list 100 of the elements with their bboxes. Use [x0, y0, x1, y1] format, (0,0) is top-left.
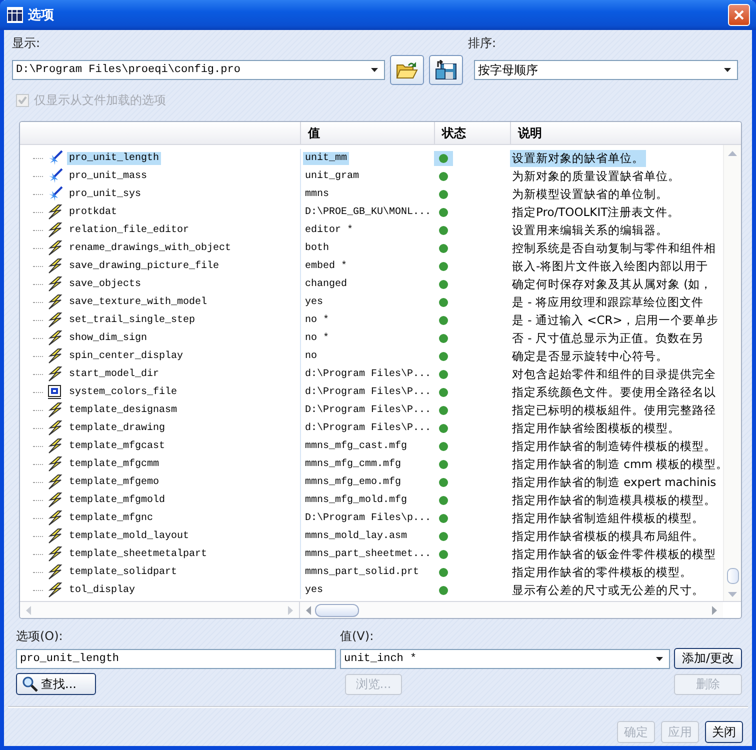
- option-name[interactable]: template_mfgemo: [67, 476, 162, 488]
- option-name[interactable]: save_drawing_picture_file: [67, 260, 222, 272]
- option-name[interactable]: pro_unit_length: [67, 152, 162, 164]
- option-value: mmns_mfg_emo.mfg: [304, 476, 402, 488]
- status-dot-icon: [439, 172, 448, 180]
- option-name[interactable]: set_trail_single_step: [67, 314, 198, 326]
- lightning-icon: [47, 258, 63, 274]
- option-name[interactable]: pro_unit_sys: [67, 188, 144, 200]
- horizontal-scrollbar[interactable]: [20, 602, 300, 618]
- status-dot-icon: [439, 262, 448, 270]
- option-value: unit_gram: [304, 170, 360, 182]
- option-description: 指定系统颜色文件。要使用全路径名以: [511, 384, 717, 400]
- option-value: embed *: [304, 260, 348, 272]
- option-name[interactable]: template_solidpart: [67, 566, 180, 578]
- option-name[interactable]: template_sheetmetalpart: [67, 548, 210, 560]
- close-button[interactable]: [728, 4, 750, 26]
- dropdown-arrow-icon[interactable]: [371, 68, 378, 72]
- option-name[interactable]: spin_center_display: [67, 350, 186, 362]
- status-dot-icon: [439, 496, 448, 504]
- lightning-icon: [47, 456, 63, 472]
- option-name[interactable]: template_designasm: [67, 404, 180, 416]
- wand-icon: [47, 150, 63, 166]
- value-field[interactable]: unit_inch *: [340, 648, 670, 668]
- status-dot-icon: [439, 334, 448, 342]
- option-description: 嵌入-将图片文件嵌入绘图内部以用于: [511, 258, 710, 274]
- add-change-button[interactable]: 添加/更改: [674, 648, 742, 669]
- lightning-icon: [47, 348, 63, 364]
- column-header[interactable]: 值: [300, 122, 434, 144]
- option-value: D:\Program Files\P...: [304, 404, 432, 416]
- option-field[interactable]: pro_unit_length: [16, 648, 336, 668]
- column-header[interactable]: 说明: [510, 122, 723, 144]
- sort-label: 排序:: [468, 35, 498, 51]
- status-dot-icon: [439, 388, 448, 396]
- option-name[interactable]: show_dim_sign: [67, 332, 150, 344]
- status-dot-icon: [439, 478, 448, 486]
- option-name[interactable]: pro_unit_mass: [67, 170, 150, 182]
- option-name[interactable]: template_mfgmold: [67, 494, 168, 506]
- wand-icon: [47, 168, 63, 184]
- option-name[interactable]: template_mfgcmm: [67, 458, 162, 470]
- column-header[interactable]: 状态: [434, 122, 510, 144]
- option-name[interactable]: template_mfgcast: [67, 440, 168, 452]
- option-name[interactable]: start_model_dir: [67, 368, 162, 380]
- status-dot-icon: [439, 442, 448, 450]
- status-dot-icon: [439, 298, 448, 306]
- option-value: mmns: [304, 188, 330, 200]
- option-value: mmns_mfg_mold.mfg: [304, 494, 408, 506]
- lightning-icon: [47, 222, 63, 238]
- option-description: 指定已标明的模板組件。使用完整路径: [511, 402, 717, 418]
- horizontal-scrollbar[interactable]: [300, 602, 723, 618]
- option-description: 指定用作缺省制造組件模板的模型。: [511, 510, 705, 526]
- lightning-icon: [47, 492, 63, 508]
- scroll-thumb[interactable]: [726, 568, 738, 584]
- status-dot-icon: [439, 550, 448, 558]
- option-value: d:\Program Files\P...: [304, 386, 432, 398]
- option-description: 为新模型设置缺省的单位制。: [511, 186, 669, 202]
- option-description: 指定用作缺省的制造铸件模板的模型。: [511, 438, 717, 454]
- option-value: editor *: [304, 224, 354, 236]
- value-label: 值(V):: [340, 628, 375, 644]
- option-name[interactable]: tol_display: [67, 584, 138, 596]
- option-label: 选项(O):: [16, 628, 64, 644]
- dialog-button[interactable]: 关闭: [705, 721, 743, 743]
- option-description: 指定用作缺省的制造 expert machinis: [511, 474, 718, 490]
- option-name[interactable]: save_objects: [67, 278, 144, 290]
- wand-icon: [47, 186, 63, 202]
- option-name[interactable]: template_mfgnc: [67, 512, 156, 524]
- option-name[interactable]: template_drawing: [67, 422, 168, 434]
- lightning-icon: [47, 240, 63, 256]
- open-button[interactable]: [390, 55, 424, 85]
- option-name[interactable]: template_mold_layout: [67, 530, 192, 542]
- vertical-scrollbar[interactable]: [723, 145, 741, 601]
- status-dot-icon: [439, 370, 448, 378]
- option-value: D:\Program Files\p...: [304, 512, 432, 524]
- scroll-thumb[interactable]: [315, 604, 359, 616]
- option-name[interactable]: system_colors_file: [67, 386, 180, 398]
- status-dot-icon: [439, 568, 448, 576]
- lightning-icon: [47, 564, 63, 580]
- option-description: 设置新对象的缺省单位。: [510, 150, 646, 166]
- status-dot-icon: [439, 244, 448, 252]
- dropdown-arrow-icon[interactable]: [724, 68, 731, 72]
- option-name[interactable]: protkdat: [67, 206, 120, 218]
- file-dropdown[interactable]: D:\Program Files\proeqi\config.pro: [12, 60, 385, 80]
- option-description: 指定Pro/TOOLKIT注册表文件。: [511, 204, 681, 220]
- save-button[interactable]: [429, 55, 463, 85]
- option-value: mmns_mold_lay.asm: [304, 530, 408, 542]
- find-button[interactable]: 查找...: [16, 673, 96, 695]
- checkmark-icon: [18, 96, 27, 104]
- option-name[interactable]: save_texture_with_model: [67, 296, 210, 308]
- option-name[interactable]: rename_drawings_with_object: [67, 242, 234, 254]
- save-icon: [435, 60, 457, 80]
- lightning-icon: [47, 420, 63, 436]
- status-dot-icon: [439, 424, 448, 432]
- lightning-icon: [47, 438, 63, 454]
- dropdown-arrow-icon[interactable]: [656, 656, 663, 660]
- option-description: 显示有公差的尺寸或无公差的尺寸。: [511, 582, 705, 598]
- lightning-icon: [47, 330, 63, 346]
- option-value: yes: [304, 296, 324, 308]
- option-name[interactable]: relation_file_editor: [67, 224, 192, 236]
- option-description: 是 - 通过输入 <CR>，启用一个要单步: [511, 312, 720, 328]
- option-description: 指定用作缺省的制造模具模板的模型。: [511, 492, 717, 508]
- sort-dropdown[interactable]: 按字母顺序: [474, 60, 738, 80]
